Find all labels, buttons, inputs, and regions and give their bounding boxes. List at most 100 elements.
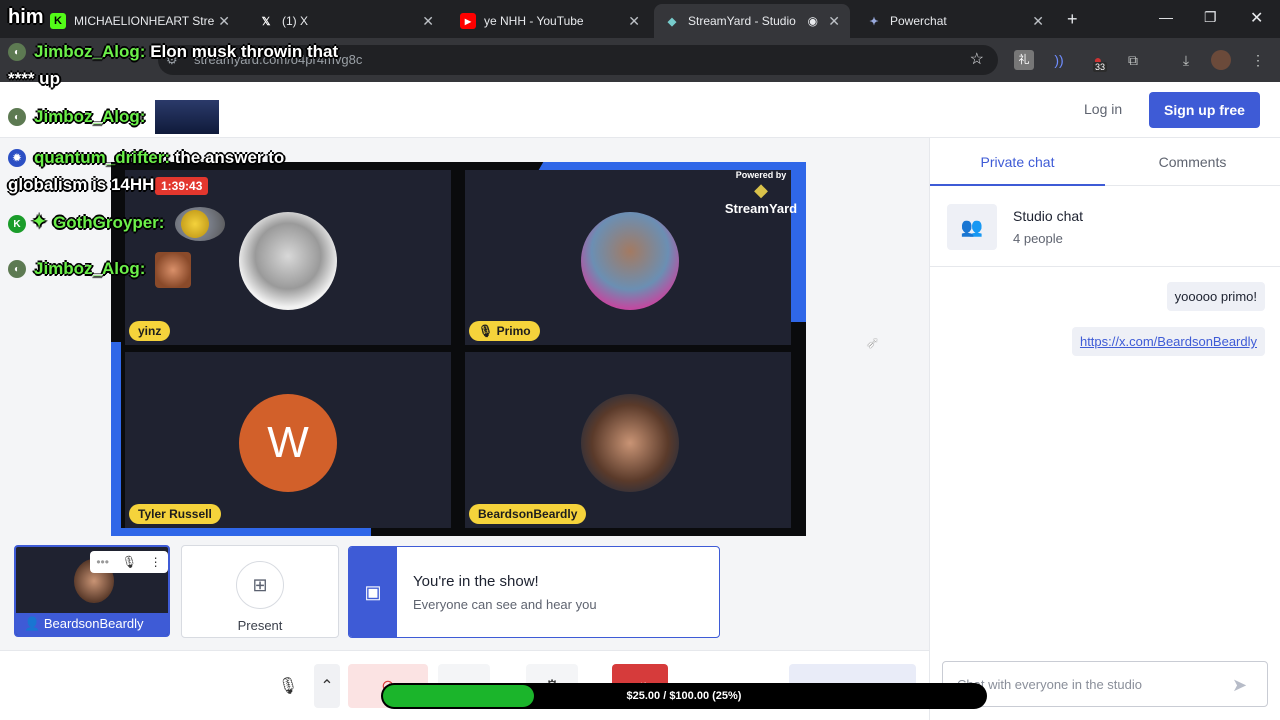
stream-timer: 1:39:43 bbox=[155, 177, 209, 195]
mic-options-chevron-icon[interactable]: ⌃ bbox=[314, 664, 340, 708]
overlay-chat-text: **** up bbox=[8, 69, 60, 88]
tab-comments[interactable]: Comments bbox=[1105, 138, 1280, 186]
overlay-chat-text: the answer to bbox=[174, 148, 285, 167]
user-badge-icon: ◐ bbox=[8, 43, 26, 61]
audio-extension-icon[interactable]: )) bbox=[1049, 50, 1069, 70]
brand-text: StreamYard bbox=[724, 201, 798, 216]
tab-title: ye NHH - YouTube bbox=[484, 14, 584, 28]
chat-message: yooooo primo! bbox=[1166, 282, 1265, 311]
streamyard-logo-icon: ◆ bbox=[754, 180, 768, 200]
participant-name: BeardsonBeardly bbox=[469, 504, 587, 524]
chat-link-message[interactable]: https://x.com/BeardsonBeardly bbox=[1071, 327, 1265, 356]
donation-goal-bar: $25.00 / $100.00 (25%) bbox=[381, 683, 987, 709]
donation-goal-text: $25.00 / $100.00 (25%) bbox=[626, 690, 742, 702]
tab-title: (1) X bbox=[282, 14, 309, 28]
mic-muted-icon: 🎙 bbox=[478, 324, 494, 338]
new-tab-icon[interactable]: + bbox=[1067, 9, 1078, 30]
overlay-chat-user: Jimboz_Alog: bbox=[34, 107, 146, 126]
studio-chat-title: Studio chat bbox=[1013, 208, 1084, 224]
in-show-subtitle: Everyone can see and hear you bbox=[413, 597, 597, 612]
participant-avatar bbox=[581, 394, 679, 492]
tab-private-chat[interactable]: Private chat bbox=[930, 138, 1105, 186]
participant-tile: BeardsonBeardly bbox=[465, 352, 791, 528]
user-badge-icon: ◐ bbox=[8, 260, 26, 278]
mic-icon: 🎙 bbox=[277, 678, 299, 695]
powered-by-text: Powered by bbox=[735, 170, 787, 180]
menu-kebab-icon[interactable]: ⋮ bbox=[1248, 50, 1268, 70]
studio-chat-count: 4 people bbox=[1013, 231, 1063, 246]
stage-accent bbox=[111, 528, 371, 536]
overlay-label: him bbox=[8, 6, 44, 28]
signup-button[interactable]: Sign up free bbox=[1149, 92, 1260, 128]
user-badge-icon: ✹ bbox=[8, 149, 26, 167]
self-preview-tile[interactable]: ••• 🎙 ⋮ 👤 BeardsonBeardly bbox=[14, 545, 170, 637]
tab-michaelionheart[interactable]: K MICHAELIONHEART Stre ✕ bbox=[40, 4, 240, 38]
x-icon: 𝕏 bbox=[261, 15, 271, 28]
chat-panel: Private chat Comments 👥 Studio chat 4 pe… bbox=[929, 138, 1280, 720]
restore-icon[interactable]: ❐ bbox=[1204, 9, 1217, 26]
present-tile[interactable]: ⊞ Present bbox=[181, 545, 339, 638]
overlay-chat-user: quantum_drifter: bbox=[34, 148, 170, 167]
bookmark-star-icon[interactable]: ☆ bbox=[970, 45, 984, 75]
tab-x[interactable]: 𝕏 (1) X ✕ bbox=[248, 4, 444, 38]
streamyard-icon: ◆ bbox=[667, 15, 677, 28]
close-icon[interactable]: ✕ bbox=[1032, 13, 1044, 30]
overlay-chat-line: Jimboz_Alog: bbox=[34, 107, 145, 127]
contact-card-icon: ▣ bbox=[349, 547, 397, 637]
extension-badge: 33 bbox=[1093, 62, 1108, 72]
studio-chat-header: 👥 Studio chat 4 people bbox=[930, 187, 1280, 267]
present-label: Present bbox=[237, 618, 283, 633]
overlay-chat-line: Jimboz_Alog: bbox=[34, 259, 145, 279]
overlay-emote-image bbox=[175, 207, 225, 241]
powerchat-icon: ✦ bbox=[869, 15, 879, 28]
overlay-chat-line: Jimboz_Alog: Elon musk throwin that bbox=[34, 42, 338, 62]
participant-tile: W Tyler Russell bbox=[125, 352, 451, 528]
recording-icon: ◉ bbox=[807, 14, 818, 28]
mouse-cursor-icon: ➶ bbox=[866, 335, 880, 352]
people-icon: 👥 bbox=[947, 204, 997, 250]
browser-tab-bar: K MICHAELIONHEART Stre ✕ 𝕏 (1) X ✕ ▶ ye … bbox=[0, 0, 1280, 38]
kick-icon: K bbox=[50, 13, 66, 29]
tab-powerchat[interactable]: ✦ Powerchat ✕ bbox=[856, 4, 1054, 38]
microphone-button[interactable]: 🎙 bbox=[266, 664, 310, 708]
verified-badge-icon: ✦ bbox=[32, 212, 47, 231]
more-options-icon[interactable]: ⋮ bbox=[150, 555, 162, 569]
mic-icon[interactable]: 🎙 bbox=[122, 555, 137, 569]
window-close-icon[interactable]: ✕ bbox=[1250, 8, 1263, 28]
close-icon[interactable]: ✕ bbox=[628, 13, 640, 30]
tab-title: MICHAELIONHEART Stre bbox=[74, 14, 215, 28]
close-icon[interactable]: ✕ bbox=[218, 13, 230, 30]
kick-badge-icon: K bbox=[8, 215, 26, 233]
user-badge-icon: ◐ bbox=[8, 108, 26, 126]
chat-input[interactable]: Chat with everyone in the studio bbox=[942, 661, 1268, 707]
stage-accent bbox=[111, 342, 121, 536]
puzzle-icon[interactable]: ⧉ bbox=[1123, 50, 1143, 70]
overlay-chat-user: Jimboz_Alog: bbox=[34, 42, 146, 61]
signal-icon: ••• bbox=[96, 555, 109, 569]
tab-streamyard[interactable]: ◆ StreamYard - Studio ◉ ✕ bbox=[654, 4, 850, 38]
minimize-icon[interactable]: — bbox=[1159, 9, 1173, 25]
overlay-emote-image bbox=[155, 252, 191, 288]
participant-name: 🎙 Primo bbox=[469, 321, 540, 341]
youtube-icon: ▶ bbox=[460, 13, 476, 29]
login-link[interactable]: Log in bbox=[1084, 101, 1122, 117]
overlay-chat-text: globalism is 14HH bbox=[8, 175, 155, 194]
tab-youtube[interactable]: ▶ ye NHH - YouTube ✕ bbox=[450, 4, 650, 38]
overlay-chat-text: Elon musk throwin that bbox=[150, 42, 339, 61]
close-icon[interactable]: ✕ bbox=[828, 13, 840, 30]
person-icon: 👤 bbox=[24, 616, 41, 631]
participant-avatar bbox=[581, 212, 679, 310]
participant-avatar bbox=[239, 212, 337, 310]
tab-title: StreamYard - Studio bbox=[688, 14, 796, 28]
profile-avatar[interactable] bbox=[1211, 50, 1231, 70]
self-tile-controls: ••• 🎙 ⋮ bbox=[90, 551, 168, 573]
close-icon[interactable]: ✕ bbox=[422, 13, 434, 30]
overlay-chat-user: GothGroyper: bbox=[53, 213, 165, 232]
extension-icon[interactable]: 礼 bbox=[1014, 50, 1034, 70]
download-icon[interactable]: ⤓ bbox=[1176, 50, 1196, 70]
present-screen-icon: ⊞ bbox=[236, 561, 284, 609]
send-icon[interactable]: ➤ bbox=[1232, 675, 1247, 696]
participant-name: yinz bbox=[129, 321, 171, 341]
overlay-emote-image bbox=[155, 100, 219, 134]
self-name-tag: 👤 BeardsonBeardly bbox=[16, 613, 168, 635]
